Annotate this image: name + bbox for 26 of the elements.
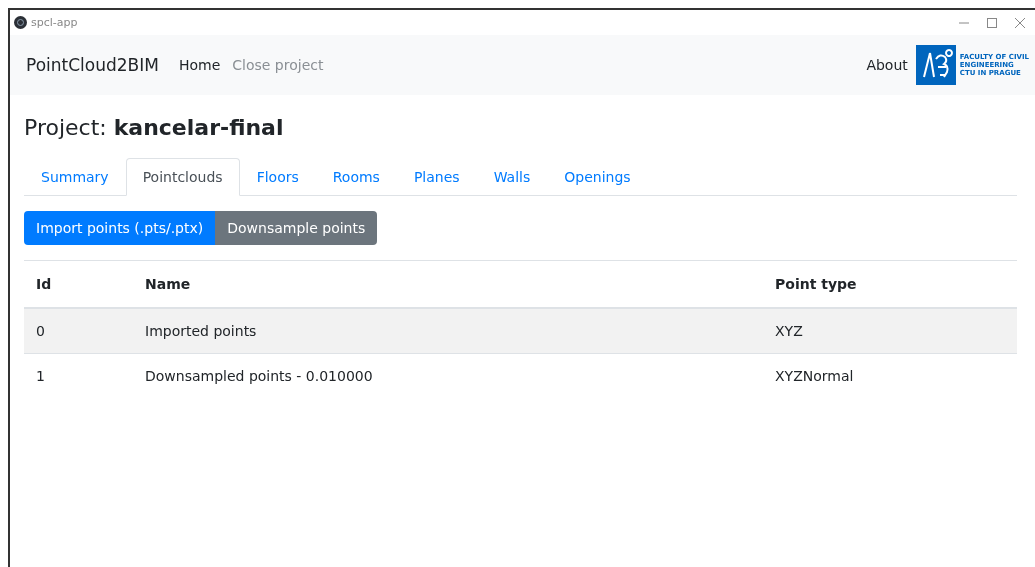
tab[interactable]: Floors [239,158,316,196]
table-cell: 1 [36,368,45,384]
column-header: Point type [775,276,857,292]
project-heading: Project: kancelar-final [24,115,284,140]
table-cell: XYZ [775,323,803,339]
column-header: Name [145,276,191,292]
table-cell: Imported points [145,323,257,339]
action-button[interactable]: Import points (.pts/.ptx) [24,211,216,245]
tab[interactable]: Walls [476,158,548,196]
brand-title[interactable]: PointCloud2BIM [26,55,159,75]
column-header: Id [36,276,52,292]
action-button[interactable]: Downsample points [215,211,378,245]
tab[interactable]: Openings [547,158,648,196]
tab[interactable]: Planes [396,158,477,196]
table-cell: XYZNormal [775,368,854,384]
window-title: spcl-app [31,16,78,29]
table-cell: Downsampled points - 0.010000 [145,368,373,384]
table-cell: 0 [36,323,45,339]
maximize-icon[interactable] [987,17,997,28]
tab[interactable]: Pointclouds [125,158,240,196]
about-link[interactable]: About [866,57,908,73]
tab[interactable]: Rooms [315,158,397,196]
tab[interactable]: Summary [24,158,126,196]
app-icon [14,16,27,29]
close-icon[interactable] [1015,17,1025,28]
nav-link[interactable]: Home [172,57,227,73]
